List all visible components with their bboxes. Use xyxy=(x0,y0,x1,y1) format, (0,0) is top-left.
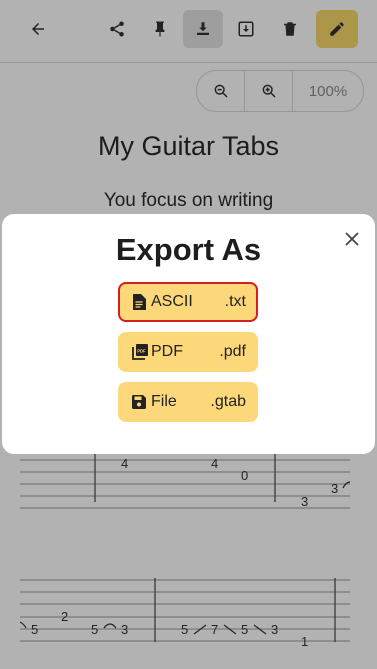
export-option-label: ASCII xyxy=(151,293,193,310)
dialog-title: Export As xyxy=(115,232,262,267)
close-button[interactable] xyxy=(341,228,363,250)
text-file-icon xyxy=(132,294,148,310)
svg-text:PDF: PDF xyxy=(137,348,146,353)
export-pdf-button[interactable]: PDF PDF .pdf xyxy=(118,332,258,372)
save-icon xyxy=(132,394,148,410)
export-dialog: Export As ASCII .txt PDF PDF .pdf File .… xyxy=(2,214,375,454)
close-icon xyxy=(345,232,359,246)
export-option-ext: .txt xyxy=(224,293,246,310)
export-option-label: PDF xyxy=(151,343,183,360)
export-option-ext: .gtab xyxy=(210,393,246,410)
pdf-icon: PDF xyxy=(132,344,148,360)
export-ascii-button[interactable]: ASCII .txt xyxy=(118,282,258,322)
export-option-ext: .pdf xyxy=(219,343,246,360)
export-option-label: File xyxy=(151,393,177,410)
export-file-button[interactable]: File .gtab xyxy=(118,382,258,422)
